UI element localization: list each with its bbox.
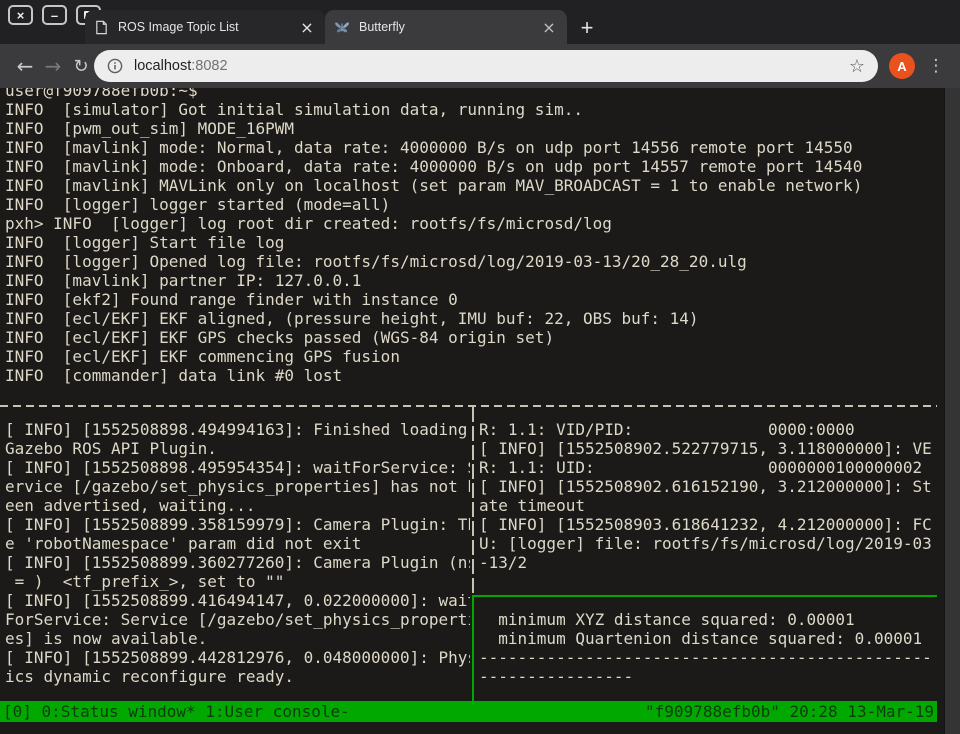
terminal-line: INFO [ecl/EKF] EKF GPS checks passed (WG… [5,328,935,347]
page-scrollbar[interactable] [944,88,960,734]
terminal-line: pxh> INFO [logger] log root dir created:… [5,214,935,233]
terminal-line: [ INFO] [1552508898.495954354]: waitForS… [5,458,470,477]
tab-ros-image-topic-list[interactable]: ROS Image Topic List × [85,10,325,44]
terminal-line: Gazebo ROS API Plugin. [5,439,470,458]
url-text: localhost:8082 [134,58,228,74]
tmux-pane-divider-vertical [472,407,474,595]
web-terminal[interactable]: user@f909788efb0b:~$INFO [simulator] Got… [0,88,960,734]
bookmark-star-icon[interactable]: ☆ [849,56,865,77]
new-tab-button[interactable]: + [574,15,600,41]
terminal-line: ervice [/gazebo/set_physics_properties] … [5,477,470,496]
terminal-line: minimum XYZ distance squared: 0.00001 [479,610,935,629]
window-minimize-button[interactable]: – [42,5,67,25]
terminal-line: [ INFO] [1552508899.360277260]: Camera P… [5,553,470,572]
tab-butterfly[interactable]: Butterfly × [325,10,567,44]
terminal-line: [ INFO] [1552508902.522779715, 3.1180000… [479,439,935,458]
butterfly-icon [334,20,350,35]
tmux-mavros-pane[interactable]: R: 1.1: VID/PID: 0000:0000[ INFO] [15525… [479,420,935,572]
terminal-line: = ) <tf_prefix_>, set to "" [5,572,470,591]
forward-icon[interactable]: → [40,44,66,88]
terminal-line: INFO [logger] Start file log [5,233,935,252]
terminal-line: [ INFO] [1552508903.618641232, 4.2120000… [479,515,935,534]
tab-title: ROS Image Topic List [118,20,298,34]
terminal-line: e 'robotNamespace' param did not exit [5,534,470,553]
terminal-line: INFO [ecl/EKF] EKF commencing GPS fusion [5,347,935,366]
tmux-pane-divider-vertical-active [472,595,474,701]
tab-close-icon[interactable]: × [298,18,316,36]
terminal-line: INFO [mavlink] mode: Normal, data rate: … [5,138,935,157]
reload-icon[interactable]: ↻ [68,44,94,88]
terminal-line: INFO [ekf2] Found range finder with inst… [5,290,935,309]
url-host: localhost [134,58,191,74]
browser-window: × – ROS Image Topic List × [0,0,960,734]
browser-toolbar: ← → ↻ localhost:8082 ☆ A ⋮ [0,44,960,88]
terminal-line: ---------------- [479,667,935,686]
terminal-line: user@f909788efb0b:~$ [5,88,935,100]
terminal-line: [ INFO] [1552508902.616152190, 3.2120000… [479,477,935,496]
window-close-button[interactable]: × [8,5,33,25]
terminal-line: R: 1.1: VID/PID: 0000:0000 [479,420,935,439]
terminal-line: INFO [mavlink] partner IP: 127.0.0.1 [5,271,935,290]
profile-avatar[interactable]: A [889,53,915,79]
tmux-pane-divider-horizontal [0,405,937,407]
terminal-line: INFO [ecl/EKF] EKF aligned, (pressure he… [5,309,935,328]
terminal-line: ----------------------------------------… [479,648,935,667]
address-bar[interactable]: localhost:8082 ☆ [94,50,878,82]
page-info-icon[interactable] [107,58,123,74]
tmux-status-host-time: "f909788efb0b" 20:28 13-Mar-19 [645,701,934,722]
terminal-line: ate timeout [479,496,935,515]
url-port: :8082 [191,58,227,74]
tab-title: Butterfly [359,20,540,34]
terminal-line: INFO [logger] logger started (mode=all) [5,195,935,214]
terminal-line: INFO [pwm_out_sim] MODE_16PWM [5,119,935,138]
terminal-line: INFO [simulator] Got initial simulation … [5,100,935,119]
terminal-line: INFO [commander] data link #0 lost [5,366,935,385]
terminal-line: R: 1.1: UID: 0000000100000002 [479,458,935,477]
terminal-line: es] is now available. [5,629,470,648]
tmux-pane-divider-active [474,595,937,597]
terminal-line: [ INFO] [1552508899.442812976, 0.0480000… [5,648,470,667]
terminal-line: minimum Quartenion distance squared: 0.0… [479,629,935,648]
back-icon[interactable]: ← [12,44,38,88]
terminal-line: [ INFO] [1552508899.358159979]: Camera P… [5,515,470,534]
tab-close-icon[interactable]: × [540,18,558,36]
tmux-gazebo-pane[interactable]: [ INFO] [1552508898.494994163]: Finished… [5,420,470,686]
terminal-line: -13/2 [479,553,935,572]
tmux-status-windows: [0] 0:Status window* 1:User console- [3,701,350,722]
terminal-line: U: [logger] file: rootfs/fs/microsd/log/… [479,534,935,553]
document-icon [94,20,109,35]
terminal-line: ics dynamic reconfigure ready. [5,667,470,686]
tmux-top-pane[interactable]: user@f909788efb0b:~$INFO [simulator] Got… [5,88,935,385]
terminal-line: INFO [mavlink] mode: Onboard, data rate:… [5,157,935,176]
terminal-line: [ INFO] [1552508898.494994163]: Finished… [5,420,470,439]
tab-strip: × – ROS Image Topic List × [0,0,960,44]
browser-menu-icon[interactable]: ⋮ [924,44,948,88]
tmux-active-pane[interactable]: minimum XYZ distance squared: 0.00001 mi… [479,610,935,686]
terminal-line: een advertised, waiting... [5,496,470,515]
terminal-line: INFO [mavlink] MAVLink only on localhost… [5,176,935,195]
tmux-status-bar: [0] 0:Status window* 1:User console- "f9… [0,701,937,722]
terminal-line: [ INFO] [1552508899.416494147, 0.0220000… [5,591,470,610]
terminal-line: ForService: Service [/gazebo/set_physics… [5,610,470,629]
terminal-line: INFO [logger] Opened log file: rootfs/fs… [5,252,935,271]
